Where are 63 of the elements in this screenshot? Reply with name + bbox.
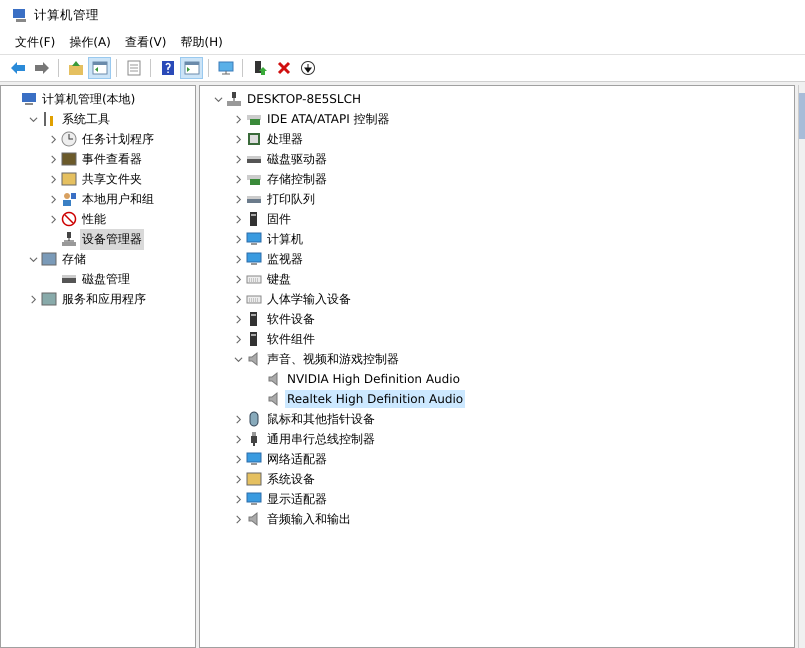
menu-item[interactable]: 操作(A): [62, 32, 118, 52]
pane-icon: [184, 60, 200, 76]
tree-item[interactable]: 设备管理器: [80, 228, 144, 250]
folder-icon: [61, 171, 77, 187]
folder-icon: [246, 471, 262, 487]
no-sign-icon: [61, 211, 77, 227]
tree-item[interactable]: IDE ATA/ATAPI 控制器: [265, 108, 392, 130]
tree-item[interactable]: 服务和应用程序: [60, 288, 148, 310]
tree-item[interactable]: 共享文件夹: [80, 168, 144, 190]
users-icon: [61, 191, 77, 207]
scrollbar-thumb[interactable]: [799, 93, 805, 139]
tree-item[interactable]: 任务计划程序: [80, 128, 156, 150]
tree-item[interactable]: 软件设备: [265, 308, 317, 330]
tree-item[interactable]: 磁盘管理: [80, 268, 132, 290]
tree-item[interactable]: 本地用户和组: [80, 188, 156, 210]
back-icon: [10, 60, 26, 76]
network-icon: [61, 231, 77, 247]
tree-item[interactable]: 打印队列: [265, 188, 317, 210]
tree-item[interactable]: 网络适配器: [265, 448, 329, 470]
tree-item[interactable]: 计算机: [265, 228, 305, 250]
tree-item[interactable]: 显示适配器: [265, 488, 329, 510]
up-icon: [68, 60, 84, 76]
tree-item[interactable]: 声音、视频和游戏控制器: [265, 348, 401, 370]
monitor-icon: [218, 60, 234, 76]
tree-item[interactable]: 系统设备: [265, 468, 317, 490]
tree-item[interactable]: 处理器: [265, 128, 305, 150]
tree-item[interactable]: 通用串行总线控制器: [265, 428, 377, 450]
menu-item[interactable]: 帮助(H): [173, 32, 230, 52]
tree-item[interactable]: 事件查看器: [80, 148, 144, 170]
tree-item[interactable]: 监视器: [265, 248, 305, 270]
menu-item[interactable]: 查看(V): [118, 32, 174, 52]
tree-item[interactable]: 固件: [265, 208, 293, 230]
help-icon: [160, 60, 176, 76]
tree-item[interactable]: 人体学输入设备: [265, 288, 353, 310]
scrollbar[interactable]: [798, 85, 805, 648]
forward-icon: [34, 60, 50, 76]
tree-item[interactable]: 存储: [60, 248, 88, 270]
tree-item[interactable]: NVIDIA High Definition Audio: [285, 370, 462, 388]
tree-item[interactable]: 计算机管理(本地): [40, 88, 138, 110]
tree-icon: [92, 60, 108, 76]
tree-item[interactable]: 性能: [80, 208, 108, 230]
tree-item[interactable]: 磁盘驱动器: [265, 148, 329, 170]
tree-item[interactable]: 软件组件: [265, 328, 317, 350]
window-title: 计算机管理: [34, 6, 99, 24]
tree-item[interactable]: 鼠标和其他指针设备: [265, 408, 377, 430]
monitor-icon: [246, 231, 262, 247]
monitor-icon: [246, 251, 262, 267]
delete-icon: [276, 60, 292, 76]
monitor-icon: [246, 451, 262, 467]
properties-icon: [126, 60, 142, 76]
computer-icon: [12, 7, 28, 23]
computer-icon: [21, 91, 37, 107]
monitor-icon: [246, 491, 262, 507]
tree-item[interactable]: 键盘: [265, 268, 293, 290]
network-icon: [226, 91, 242, 107]
menu-item[interactable]: 文件(F): [8, 32, 62, 52]
tree-item[interactable]: 音频输入和输出: [265, 508, 353, 530]
tree-item[interactable]: 存储控制器: [265, 168, 329, 190]
tree-item[interactable]: DESKTOP-8E5SLCH: [245, 90, 364, 108]
tree-item[interactable]: Realtek High Definition Audio: [285, 390, 466, 408]
tree-item[interactable]: 系统工具: [60, 108, 112, 130]
clock-icon: [61, 131, 77, 147]
download-icon: [300, 60, 316, 76]
